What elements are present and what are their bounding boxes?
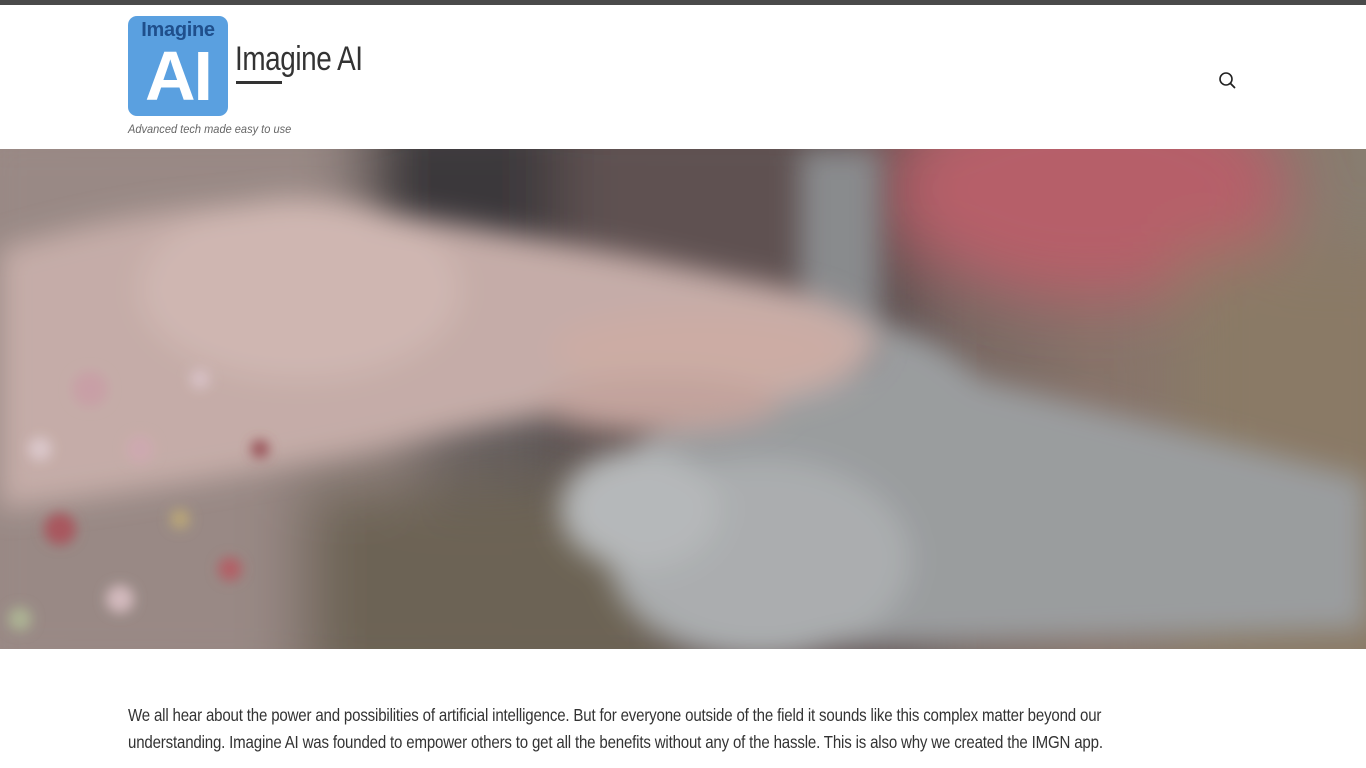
site-title-underline bbox=[236, 81, 282, 84]
intro-paragraph: We all hear about the power and possibil… bbox=[128, 702, 1238, 756]
intro-line: We all hear about the power and possibil… bbox=[128, 705, 1102, 725]
site-title[interactable]: Imagine AI bbox=[235, 39, 363, 79]
intro-line: understanding. Imagine AI was founded to… bbox=[128, 732, 1103, 752]
logo-big-text: AI bbox=[145, 37, 213, 115]
hero-image bbox=[0, 149, 1366, 649]
site-tagline: Advanced tech made easy to use bbox=[128, 122, 292, 136]
site-logo[interactable]: Imagine AI bbox=[128, 16, 228, 116]
site-header: Imagine AI Imagine AI Advanced tech made… bbox=[0, 5, 1366, 149]
search-icon bbox=[1219, 72, 1236, 89]
hero-overlay bbox=[0, 149, 1366, 649]
search-button[interactable] bbox=[1216, 69, 1238, 91]
